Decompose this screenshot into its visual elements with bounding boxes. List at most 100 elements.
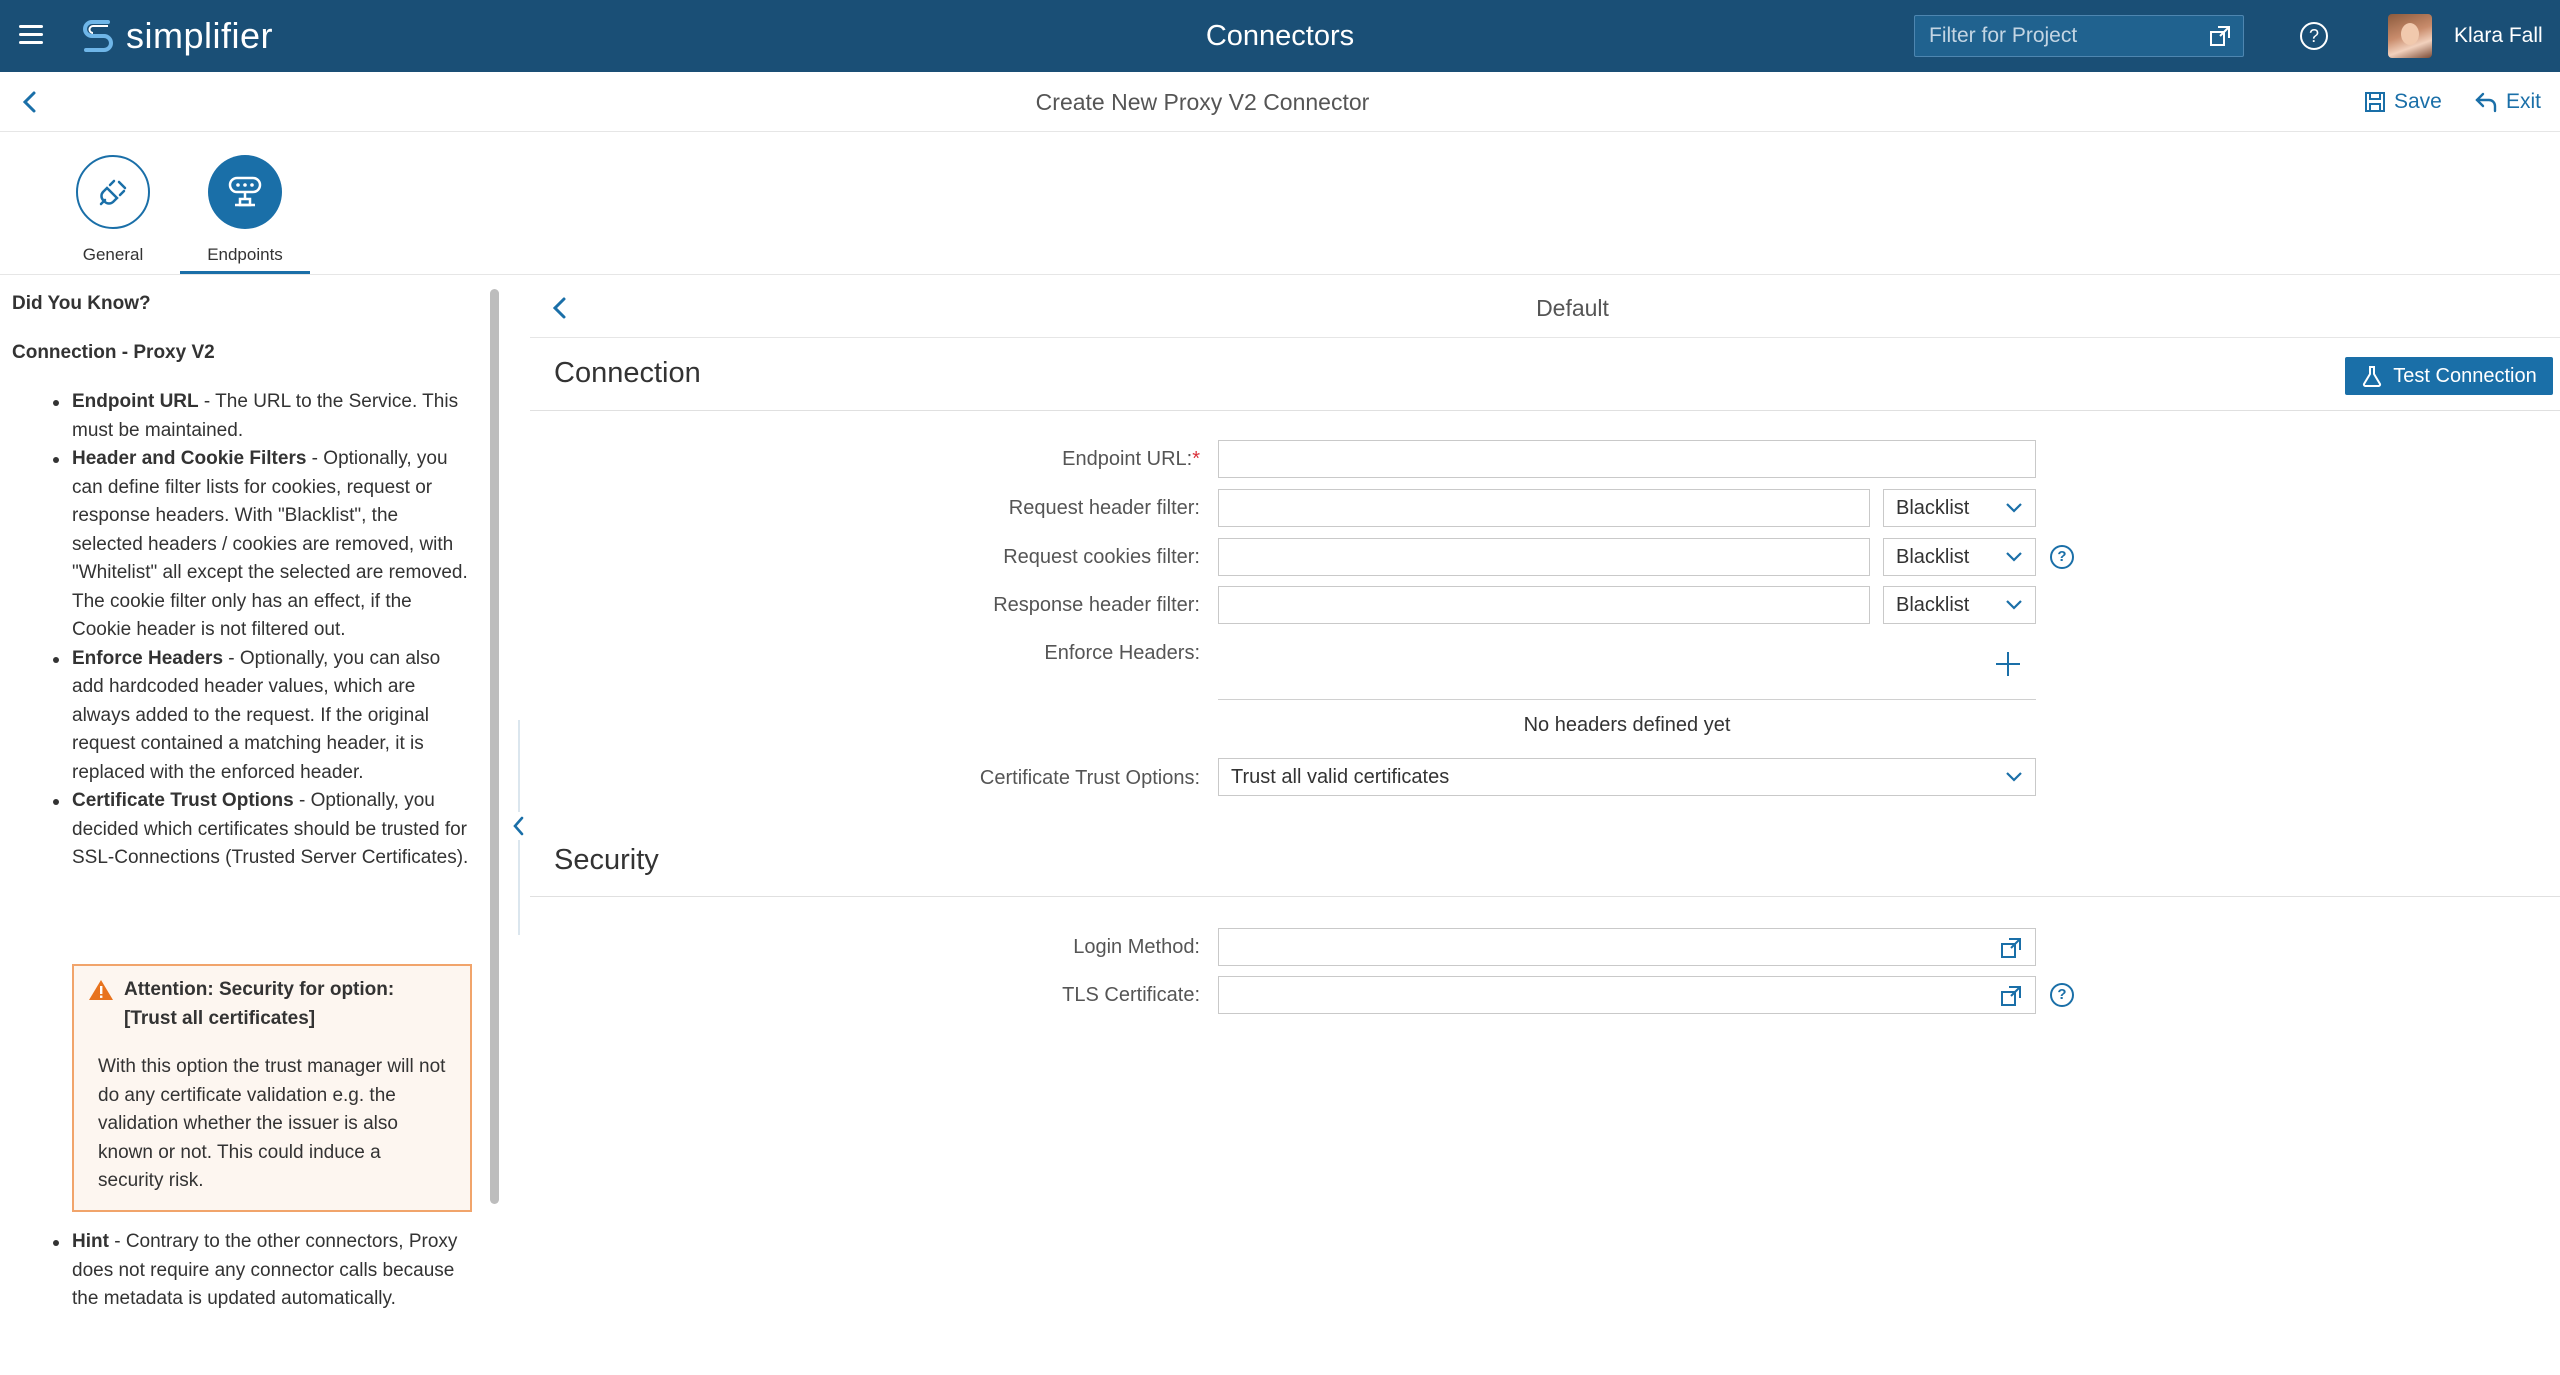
project-filter[interactable]	[1914, 15, 2244, 57]
request-cookies-filter-mode-select[interactable]: Blacklist	[1883, 538, 2036, 576]
endpoint-url-label-text: Endpoint URL:	[1062, 448, 1193, 470]
chevron-down-icon	[2006, 600, 2022, 610]
select-value: Blacklist	[1896, 545, 1970, 568]
save-button[interactable]: Save	[2364, 72, 2442, 132]
wizard-steps: General Endpoints	[0, 133, 2560, 275]
connection-section-title: Connection	[554, 357, 701, 389]
collapse-panel-button[interactable]	[508, 812, 530, 840]
project-filter-input[interactable]	[1915, 16, 2185, 56]
exit-button[interactable]: Exit	[2474, 72, 2541, 132]
save-icon	[2365, 92, 2385, 112]
tls-certificate-input[interactable]	[1218, 976, 2036, 1014]
help-item-endpoint-url: Endpoint URL - The URL to the Service. T…	[48, 388, 473, 445]
avatar[interactable]	[2388, 14, 2432, 58]
test-connection-label: Test Connection	[2393, 364, 2537, 387]
collapse-chevron-icon	[513, 816, 524, 836]
help-term: Endpoint URL	[72, 391, 199, 412]
popout-icon[interactable]	[2000, 937, 2022, 959]
exit-label: Exit	[2506, 90, 2542, 113]
app-title: Connectors	[1205, 20, 1355, 52]
response-header-filter-input[interactable]	[1218, 586, 1870, 624]
step-general-circle[interactable]	[76, 155, 150, 229]
cert-trust-label: Certificate Trust Options:	[979, 767, 1200, 789]
attention-title-text: Attention: Security for option: [Trust a…	[124, 979, 395, 1029]
login-method-label: Login Method:	[1073, 936, 1200, 958]
save-label: Save	[2394, 90, 2442, 113]
help-term: Certificate Trust Options	[72, 790, 294, 811]
brand-logo[interactable]: simplifier	[78, 12, 273, 60]
endpoint-url-input[interactable]	[1218, 440, 2036, 478]
login-method-input[interactable]	[1218, 928, 2036, 966]
help-icon[interactable]: ?	[2050, 983, 2074, 1007]
request-header-filter-input[interactable]	[1218, 489, 1870, 527]
help-panel: Did You Know? Connection - Proxy V2 Endp…	[0, 278, 500, 1373]
user-name[interactable]: Klara Fall	[2454, 0, 2543, 72]
select-value: Blacklist	[1896, 496, 1970, 519]
hamburger-icon[interactable]	[16, 20, 46, 50]
help-list: Endpoint URL - The URL to the Service. T…	[48, 388, 473, 873]
simplifier-logo-icon	[83, 20, 113, 52]
main-content: Default Connection Test Connection Endpo…	[530, 278, 2560, 1375]
back-chevron-icon[interactable]	[18, 89, 42, 115]
security-section-title: Security	[554, 844, 659, 876]
add-header-button[interactable]	[1995, 651, 2021, 677]
top-bar: simplifier Connectors ? Klara Fall	[0, 0, 2560, 72]
required-marker: *	[1192, 448, 1200, 470]
request-cookies-filter-label: Request cookies filter:	[1003, 546, 1200, 568]
help-scrollbar[interactable]	[490, 289, 499, 1204]
chevron-down-icon	[2006, 772, 2022, 782]
breadcrumb: Default	[1536, 295, 1609, 321]
attention-box-wrap: Attention: Security for option: [Trust a…	[48, 962, 472, 1226]
popout-icon[interactable]	[2209, 25, 2231, 47]
page-header: Create New Proxy V2 Connector Save Exit	[0, 72, 2560, 132]
page-title: Create New Proxy V2 Connector	[1035, 89, 1370, 115]
select-value: Trust all valid certificates	[1231, 765, 1450, 788]
step-endpoints-label: Endpoints	[207, 245, 283, 264]
help-list-hint: Hint - Contrary to the other connectors,…	[48, 1228, 473, 1314]
test-connection-button[interactable]: Test Connection	[2345, 357, 2553, 395]
help-term: Header and Cookie Filters	[72, 448, 307, 469]
request-header-filter-label: Request header filter:	[1008, 497, 1200, 519]
step-endpoints-circle[interactable]	[208, 155, 282, 229]
select-value: Blacklist	[1896, 593, 1970, 616]
endpoints-icon	[228, 176, 262, 207]
step-endpoints[interactable]: Endpoints	[180, 155, 310, 274]
chevron-down-icon	[2006, 503, 2022, 513]
help-item-cert-trust: Certificate Trust Options - Optionally, …	[48, 787, 473, 873]
help-term: Hint	[72, 1231, 109, 1252]
response-header-filter-mode-select[interactable]: Blacklist	[1883, 586, 2036, 624]
general-plug-icon	[99, 179, 127, 206]
cert-trust-select[interactable]: Trust all valid certificates	[1218, 758, 2036, 796]
help-icon[interactable]: ?	[2300, 22, 2328, 50]
help-item-hint: Hint - Contrary to the other connectors,…	[48, 1228, 473, 1314]
section-divider	[530, 896, 2560, 897]
no-headers-text: No headers defined yet	[1523, 714, 1731, 736]
attention-box: Attention: Security for option: [Trust a…	[72, 964, 472, 1212]
tls-certificate-label: TLS Certificate:	[1062, 984, 1200, 1006]
help-term: Enforce Headers	[72, 647, 224, 669]
enforce-headers-label: Enforce Headers:	[1044, 642, 1200, 664]
request-header-filter-mode-select[interactable]: Blacklist	[1883, 489, 2036, 527]
flask-icon	[2363, 366, 2382, 387]
help-item-filters: Header and Cookie Filters - Optionally, …	[48, 445, 473, 645]
response-header-filter-label: Response header filter:	[993, 594, 1200, 616]
attention-title: Attention: Security for option: [Trust a…	[88, 976, 446, 1033]
did-you-know-title: Did You Know?	[12, 293, 151, 314]
headers-divider	[1218, 699, 2036, 700]
endpoint-url-label: Endpoint URL:*	[530, 448, 1200, 471]
help-item-enforce-headers: Enforce Headers - Optionally, you can al…	[48, 645, 473, 788]
brand-name: simplifier	[126, 15, 274, 56]
chevron-down-icon	[2006, 552, 2022, 562]
section-divider	[530, 410, 2560, 411]
step-general-label: General	[82, 245, 144, 264]
attention-body: With this option the trust manager will …	[98, 1056, 446, 1191]
popout-icon[interactable]	[2000, 985, 2022, 1007]
step-general[interactable]: General	[48, 155, 178, 265]
exit-icon	[2475, 92, 2497, 113]
request-cookies-filter-input[interactable]	[1218, 538, 1870, 576]
help-icon[interactable]: ?	[2050, 545, 2074, 569]
help-heading: Connection - Proxy V2	[12, 342, 215, 363]
help-text: The cookie filter only has an effect, if…	[72, 590, 412, 641]
breadcrumb-bar: Default	[530, 278, 2560, 338]
warning-icon	[89, 980, 113, 1000]
